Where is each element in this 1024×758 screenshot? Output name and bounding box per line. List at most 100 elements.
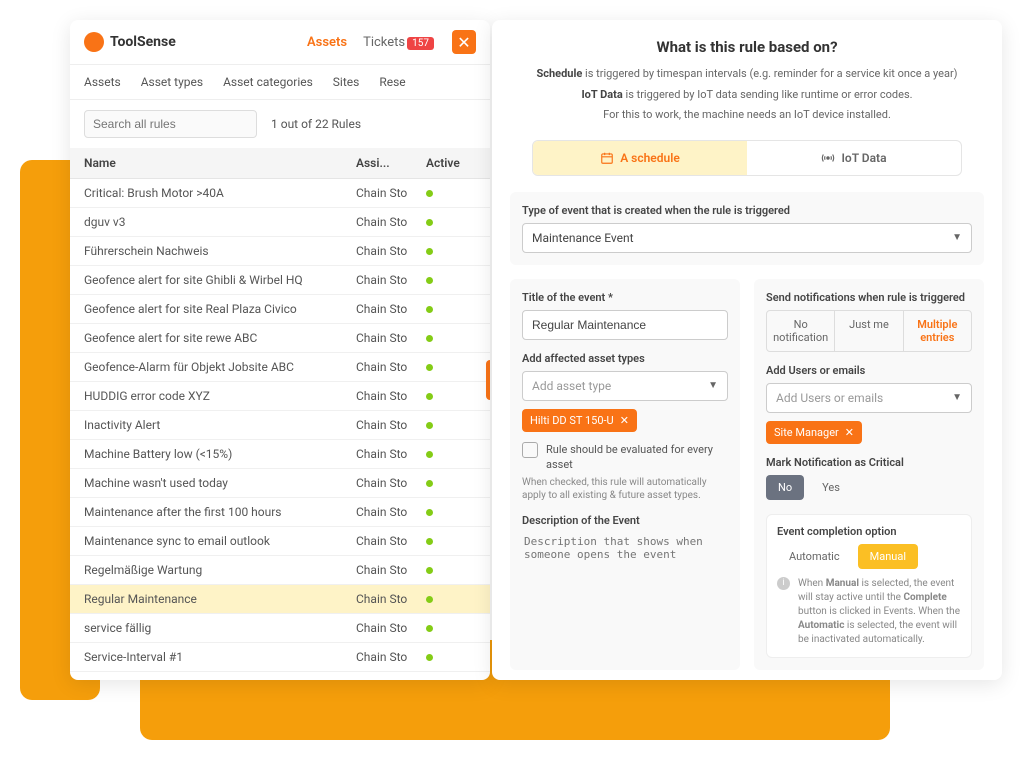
status-dot: [426, 509, 433, 516]
sub-nav-item[interactable]: Rese: [379, 75, 405, 89]
status-dot: [426, 596, 433, 603]
sub-nav-item[interactable]: Assets: [84, 75, 121, 89]
rule-assi: Chain Sto: [356, 186, 426, 200]
rule-assi: Chain Sto: [356, 650, 426, 664]
table-row[interactable]: Geofence alert for site Real Plaza Civic…: [70, 295, 490, 324]
rule-name: Regular Maintenance: [84, 592, 356, 606]
rules-list-panel: ToolSense Assets Tickets157 ✕ AssetsAsse…: [70, 20, 490, 680]
broadcast-icon: [821, 151, 835, 165]
brand-name: ToolSense: [110, 34, 176, 50]
status-dot: [426, 190, 433, 197]
rule-name: service fällig: [84, 621, 356, 635]
remove-chip-icon[interactable]: ✕: [620, 414, 629, 427]
event-title-input[interactable]: [522, 310, 728, 340]
status-dot: [426, 306, 433, 313]
app-header: ToolSense Assets Tickets157 ✕: [70, 20, 490, 65]
col-active-header[interactable]: Active: [426, 156, 476, 170]
sub-nav-item[interactable]: Sites: [333, 75, 360, 89]
rule-name: Maintenance after the first 100 hours: [84, 505, 356, 519]
left-form-column: Title of the event * Add affected asset …: [510, 279, 740, 670]
rule-name: dguv v3: [84, 215, 356, 229]
event-type-label: Type of event that is created when the r…: [522, 204, 972, 217]
critical-yes[interactable]: Yes: [810, 475, 852, 500]
completion-manual[interactable]: Manual: [858, 544, 918, 569]
chevron-down-icon: ▼: [708, 380, 718, 391]
asset-type-select[interactable]: Add asset type ▼: [522, 371, 728, 401]
status-dot: [426, 625, 433, 632]
status-dot: [426, 219, 433, 226]
rule-active: [426, 563, 476, 577]
event-description-input[interactable]: [522, 533, 728, 583]
completion-label: Event completion option: [777, 525, 961, 538]
nav-tickets[interactable]: Tickets157: [363, 35, 434, 50]
notif-none[interactable]: No notification: [767, 311, 835, 351]
col-assi-header[interactable]: Assi...: [356, 156, 426, 170]
table-row[interactable]: Inactivity AlertChain Sto: [70, 411, 490, 440]
rule-assi: Chain Sto: [356, 360, 426, 374]
table-row[interactable]: service fälligChain Sto: [70, 614, 490, 643]
form-heading: What is this rule based on?: [492, 20, 1002, 64]
remove-chip-icon[interactable]: ✕: [845, 426, 854, 439]
table-row[interactable]: dguv v3Chain Sto: [70, 208, 490, 237]
sub-nav: Assets Asset types Asset categories Sites Re…: [70, 65, 490, 100]
notif-just-me[interactable]: Just me: [835, 311, 903, 351]
users-select[interactable]: Add Users or emails ▼: [766, 383, 972, 413]
rule-active: [426, 273, 476, 287]
completion-automatic[interactable]: Automatic: [777, 544, 852, 569]
tab-iot-data[interactable]: IoT Data: [747, 141, 961, 175]
rule-name: Machine wasn't used today: [84, 476, 356, 490]
rule-active: [426, 302, 476, 316]
sub-nav-item[interactable]: Asset types: [141, 75, 203, 89]
chevron-down-icon: ▼: [952, 232, 962, 243]
table-row[interactable]: Geofence-Alarm für Objekt Jobsite ABCCha…: [70, 353, 490, 382]
col-name-header[interactable]: Name: [84, 156, 356, 170]
table-row[interactable]: Regular MaintenanceChain Sto: [70, 585, 490, 614]
users-label: Add Users or emails: [766, 364, 972, 377]
rule-name: HUDDIG error code XYZ: [84, 389, 356, 403]
critical-label: Mark Notification as Critical: [766, 456, 972, 469]
form-subheading-3: For this to work, the machine needs an I…: [492, 105, 1002, 126]
rules-table-body: Critical: Brush Motor >40AChain Stodguv …: [70, 179, 490, 680]
status-dot: [426, 393, 433, 400]
right-form-column: Send notifications when rule is triggere…: [754, 279, 984, 670]
brand-logo[interactable]: ToolSense: [84, 32, 176, 52]
close-icon[interactable]: ✕: [452, 30, 476, 54]
table-row[interactable]: Führerschein NachweisChain Sto: [70, 237, 490, 266]
table-row[interactable]: Machine Battery low (<15%)Chain Sto: [70, 440, 490, 469]
table-row[interactable]: Machine wasn't used todayChain Sto: [70, 469, 490, 498]
tab-schedule[interactable]: A schedule: [533, 141, 747, 175]
table-row[interactable]: Maintenance sync to email outlookChain S…: [70, 527, 490, 556]
search-input[interactable]: [84, 110, 257, 138]
rule-name: Führerschein Nachweis: [84, 244, 356, 258]
user-chip: Site Manager ✕: [766, 421, 862, 444]
notif-multiple[interactable]: Multiple entries: [904, 311, 971, 351]
rule-assi: Chain Sto: [356, 244, 426, 258]
rule-active: [426, 505, 476, 519]
rule-active: [426, 534, 476, 548]
table-row[interactable]: Regelmäßige WartungChain Sto: [70, 556, 490, 585]
evaluate-all-checkbox[interactable]: [522, 442, 538, 458]
sub-nav-item[interactable]: Asset categories: [223, 75, 313, 89]
nav-assets[interactable]: Assets: [307, 35, 347, 50]
event-type-select[interactable]: Maintenance Event ▼: [522, 223, 972, 253]
table-row[interactable]: Critical: Brush Motor >40AChain Sto: [70, 179, 490, 208]
table-row[interactable]: Service-Interval #1Chain Sto: [70, 643, 490, 672]
rule-name: Machine Battery low (<15%): [84, 447, 356, 461]
rule-assi: Chain Sto: [356, 331, 426, 345]
status-dot: [426, 277, 433, 284]
table-row[interactable]: HUDDIG error code XYZChain Sto: [70, 382, 490, 411]
scroll-handle[interactable]: [486, 360, 490, 400]
table-header: Name Assi... Active: [70, 148, 490, 179]
evaluate-all-hint: When checked, this rule will automatical…: [522, 476, 728, 502]
table-row[interactable]: Maintenance after the first 100 hoursCha…: [70, 498, 490, 527]
rule-assi: Chain Sto: [356, 621, 426, 635]
rule-assi: Chain Sto: [356, 505, 426, 519]
rule-active: [426, 650, 476, 664]
table-row[interactable]: Geofence alert for site Ghibli & Wirbel …: [70, 266, 490, 295]
table-row[interactable]: Geofence alert for site rewe ABCChain St…: [70, 324, 490, 353]
status-dot: [426, 364, 433, 371]
rule-name: Geofence alert for site Real Plaza Civic…: [84, 302, 356, 316]
table-row[interactable]: Service-Interval #2Chain Sto: [70, 672, 490, 680]
rule-name: Geofence-Alarm für Objekt Jobsite ABC: [84, 360, 356, 374]
critical-no[interactable]: No: [766, 475, 804, 500]
